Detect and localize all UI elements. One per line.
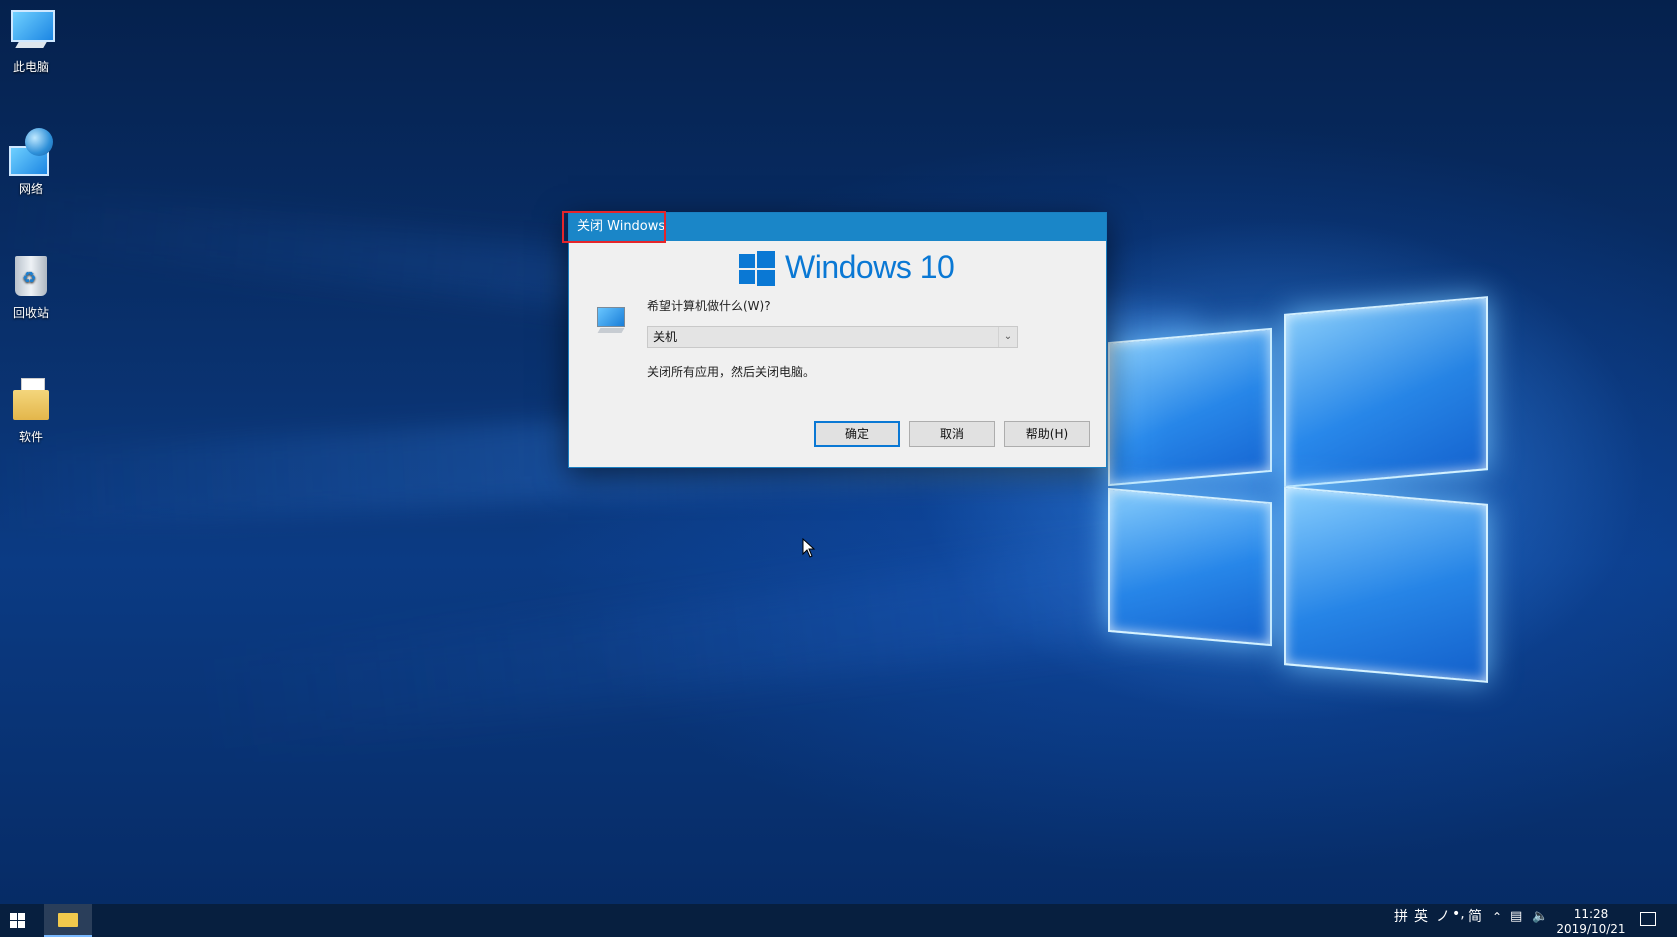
network-icon: [7, 128, 55, 176]
desktop-icon-label: 回收站: [12, 306, 49, 320]
clock-date: 2019/10/21: [1556, 922, 1626, 936]
title-highlight-box: [562, 211, 666, 243]
dialog-titlebar[interactable]: 关闭 Windows: [562, 211, 1106, 243]
ime-simplified-indicator[interactable]: 简: [1468, 906, 1482, 926]
network-tray-icon[interactable]: ▤: [1510, 909, 1522, 924]
logo-pane: [1108, 327, 1272, 487]
chevron-up-icon[interactable]: ⌃: [1492, 910, 1502, 924]
ok-button[interactable]: 确定: [814, 421, 900, 447]
windows-logo-icon: [739, 250, 775, 286]
desktop-icon-recycle-bin[interactable]: ♻ 回收站: [0, 252, 62, 321]
ime-mode-icon[interactable]: 拼: [1394, 906, 1408, 926]
desktop-icon-network[interactable]: 网络: [0, 128, 62, 197]
action-prompt: 希望计算机做什么(W)?: [647, 299, 771, 313]
action-center-icon[interactable]: [1640, 912, 1656, 926]
ime-language-indicator[interactable]: 英: [1414, 906, 1428, 926]
clock-time: 11:28: [1573, 907, 1609, 921]
logo-pane: [1108, 487, 1272, 647]
taskbar-clock[interactable]: 11:28 2019/10/21: [1556, 907, 1626, 937]
shutdown-dialog: 关闭 Windows Windows 10 希望计算机做什么(W)? 关机 ⌄ …: [562, 211, 1107, 468]
desktop-icon-label: 软件: [18, 430, 43, 444]
desktop-icon-software[interactable]: 软件: [0, 376, 62, 445]
shutdown-action-select[interactable]: 关机 ⌄: [647, 326, 1018, 348]
recycle-bin-icon: ♻: [7, 252, 55, 300]
start-button[interactable]: [0, 904, 38, 937]
select-value: 关机: [653, 330, 678, 344]
computer-icon: [595, 305, 627, 337]
brand-text: Windows 10: [785, 249, 955, 285]
help-button[interactable]: 帮助(H): [1004, 421, 1090, 447]
taskbar: 拼 英 ノ •, 简 ⌃ ▤ 🔈 11:28 2019/10/21: [0, 904, 1677, 937]
logo-pane: [1284, 486, 1488, 683]
file-explorer-taskbar-button[interactable]: [44, 904, 92, 937]
windows-brand: Windows 10: [739, 249, 955, 286]
desktop-icon-this-pc[interactable]: 此电脑: [0, 6, 62, 75]
ime-punctuation-icon[interactable]: •,: [1452, 906, 1465, 922]
ime-halfwidth-icon[interactable]: ノ: [1436, 906, 1450, 926]
folder-icon: [58, 913, 78, 927]
action-description: 关闭所有应用，然后关闭电脑。: [647, 365, 816, 379]
volume-icon[interactable]: 🔈: [1532, 909, 1548, 924]
desktop-icon-label: 网络: [18, 182, 43, 196]
logo-pane: [1284, 296, 1488, 488]
light-beam: [198, 539, 1202, 751]
desktop-icon-label: 此电脑: [12, 60, 49, 74]
chevron-down-icon[interactable]: ⌄: [998, 327, 1017, 347]
this-pc-icon: [7, 6, 55, 54]
folder-icon: [7, 376, 55, 424]
cancel-button[interactable]: 取消: [909, 421, 995, 447]
wallpaper-windows-logo: [1100, 296, 1500, 683]
